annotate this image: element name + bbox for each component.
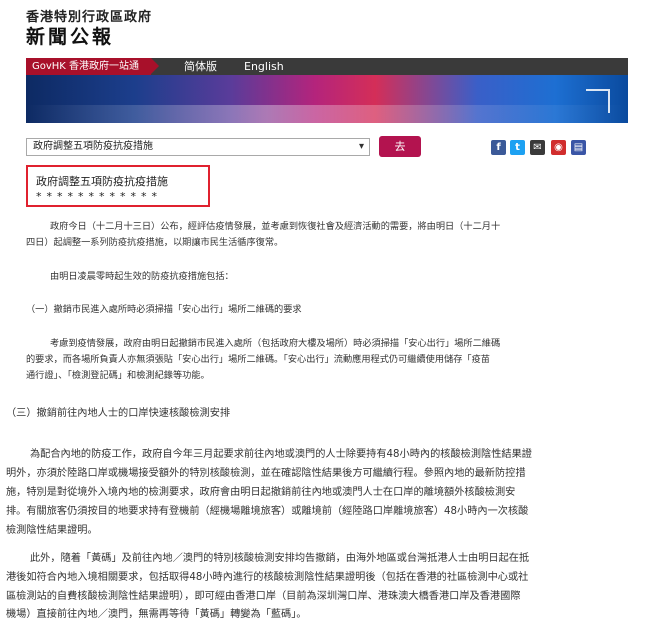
page-header-region: 香港特別行政區政府 新聞公報 GovHK 香港政府一站通 简体版 English…	[0, 0, 650, 392]
paragraph-3-line-1: 考慮到疫情發展，政府由明日起撤銷市民進入處所（包括政府大樓及場所）時必須掃描「安…	[50, 338, 501, 349]
header-banner	[26, 75, 628, 123]
section-1-heading: （一）撤銷市民進入處所時必須掃描「安心出行」場所二維碼的要求	[26, 304, 302, 315]
paragraph-5-line-3: 區檢測站的自費核酸檢測陰性結果證明），即可經由香港口岸（目前為深圳灣口岸、港珠澳…	[6, 591, 521, 602]
chevron-down-icon: ▾	[358, 141, 364, 152]
paragraph-1-line-2: 四日）起調整一系列防疫抗疫措施，以期讓市民生活循序復常。	[26, 237, 284, 248]
twitter-icon[interactable]: t	[510, 140, 525, 155]
paragraph-1-line-1: 政府今日（十二月十三日）公布，經評估疫情發展，並考慮到恢復社會及經濟活動的需要，…	[50, 221, 501, 232]
title-divider-stars: ************	[36, 190, 162, 203]
paragraph-4-line-1: 為配合內地的防疫工作，政府自今年三月起要求前往內地或澳門的人士除要持有48小時內…	[30, 449, 532, 460]
paragraph-3-line-3: 通行證」、「檢測登記碼」和檢測紀錄等功能。	[26, 370, 210, 381]
article-select-value: 政府調整五項防疫抗疫措施	[33, 141, 153, 152]
section-3-heading: （三）撤銷前往內地人士的口岸快速核酸檢測安排	[6, 408, 231, 419]
paragraph-2: 由明日凌晨零時起生效的防疫抗疫措施包括：	[50, 271, 234, 282]
article-select[interactable]: 政府調整五項防疫抗疫措施 ▾	[26, 138, 370, 156]
article-title: 政府調整五項防疫抗疫措施	[36, 175, 168, 188]
govhk-link[interactable]: GovHK 香港政府一站通	[26, 58, 160, 75]
article-title-box: 政府調整五項防疫抗疫措施 ************	[26, 165, 210, 207]
paragraph-5-line-1: 此外，隨着「黃碼」及前往內地／澳門的特別核酸檢測安排均告撤銷，由海外地區或台灣抵…	[30, 553, 530, 564]
paragraph-4-line-4: 排。有關旅客仍須按目的地要求持有登機前（經機場離境旅客）或離境前（經陸路口岸離境…	[6, 506, 529, 517]
paragraph-5-line-4: 機場）直接前往內地／澳門，無需再等待「黃碼」轉變為「藍碼」。	[6, 609, 307, 620]
banner-decoration	[586, 89, 610, 113]
paragraph-3-line-2: 的要求，而各場所負責人亦無須張貼「安心出行」場所二維碼。「安心出行」流動應用程式…	[26, 354, 490, 365]
paragraph-5-line-2: 港後如符合內地入境相關要求，包括取得48小時內進行的核酸檢測陰性結果證明後（包括…	[6, 572, 529, 583]
weibo-icon[interactable]: ◉	[551, 140, 566, 155]
english-link[interactable]: English	[244, 58, 284, 75]
simplified-chinese-link[interactable]: 简体版	[184, 58, 217, 75]
paragraph-4-line-3: 施，特別是對從境外入境內地的檢測要求，政府會由明日起撤銷前往內地或澳門人士在口岸…	[6, 487, 516, 498]
site-title[interactable]: 新聞公報	[26, 22, 114, 49]
go-button[interactable]: 去	[379, 136, 421, 157]
top-nav: GovHK 香港政府一站通 简体版 English	[26, 58, 628, 75]
paragraph-4-line-2: 明外，亦須於陸路口岸或機場接受額外的特別核酸檢測，並在確認陰性結果後方可繼續行程…	[6, 468, 526, 479]
print-icon[interactable]: ▤	[571, 140, 586, 155]
email-icon[interactable]: ✉	[530, 140, 545, 155]
facebook-icon[interactable]: f	[491, 140, 506, 155]
paragraph-4-line-5: 檢測陰性結果證明。	[6, 525, 98, 536]
